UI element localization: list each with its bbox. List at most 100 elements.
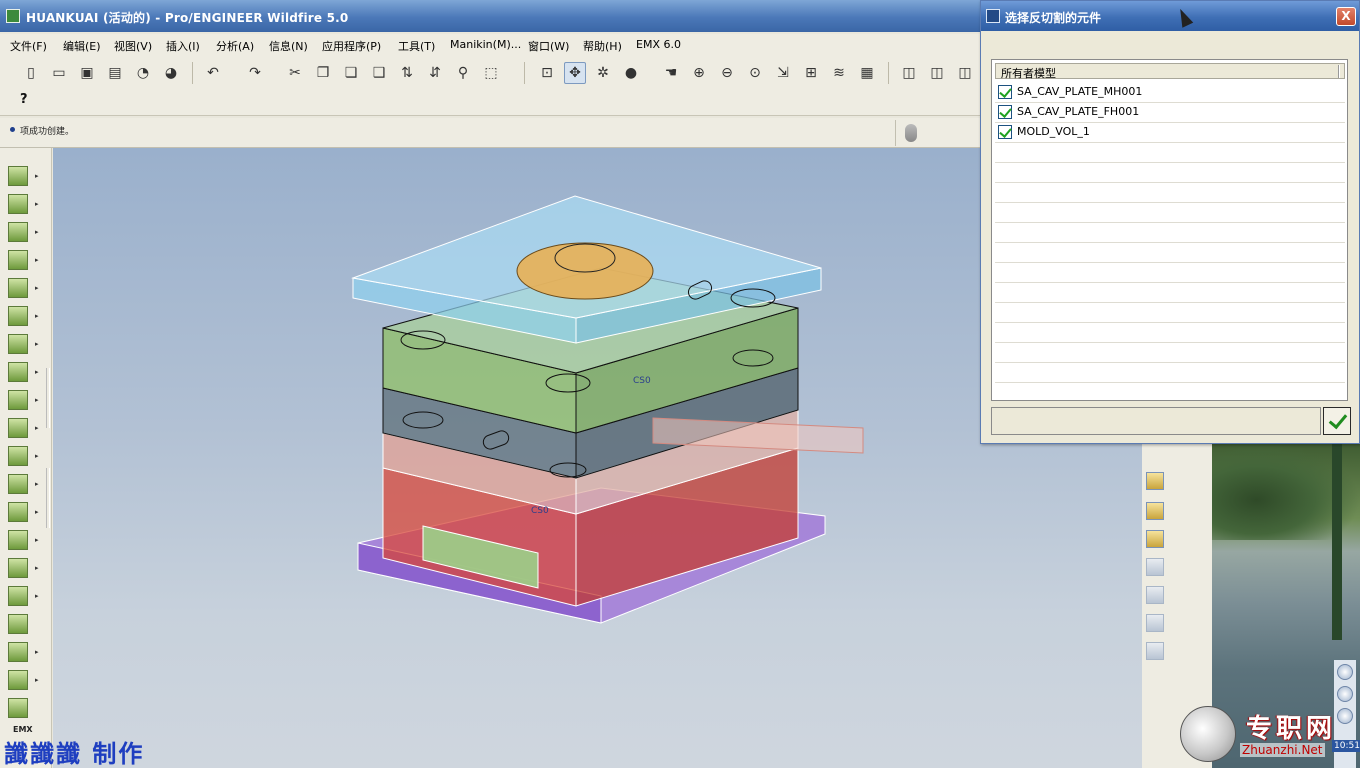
dock-button-icon[interactable]: [1337, 664, 1353, 680]
model-row[interactable]: MOLD_VOL_1: [995, 122, 1345, 142]
layers-icon[interactable]: ≋: [828, 62, 850, 84]
mold-tool-14-icon[interactable]: ▸: [8, 530, 39, 552]
find-icon[interactable]: ⚲: [452, 62, 474, 84]
menu-file[interactable]: 文件(F): [10, 38, 47, 54]
mail-icon[interactable]: ◕: [160, 62, 182, 84]
model-checkbox[interactable]: [998, 125, 1012, 139]
column-header-owner-model[interactable]: 所有者模型: [995, 63, 1345, 80]
select-box-icon[interactable]: ⬚: [480, 62, 502, 84]
spin-center-icon[interactable]: ✥: [564, 62, 586, 84]
model-checkbox[interactable]: [998, 85, 1012, 99]
mold-feature-1-icon[interactable]: [1146, 472, 1166, 492]
send-icon[interactable]: ◔: [132, 62, 154, 84]
orient-icon[interactable]: ✲: [592, 62, 614, 84]
dock-button-icon[interactable]: [1337, 708, 1353, 724]
mold-tool-18-icon[interactable]: ▸: [8, 642, 39, 664]
menu-manikin[interactable]: Manikin(M)...: [450, 38, 521, 51]
menu-emx[interactable]: EMX 6.0: [636, 38, 681, 51]
menu-edit[interactable]: 编辑(E): [63, 38, 101, 54]
mold-tool-4-icon[interactable]: ▸: [8, 250, 39, 272]
mold-feature-6-icon[interactable]: [1146, 614, 1166, 634]
mold-tool-7-icon[interactable]: ▸: [8, 334, 39, 356]
refit-icon[interactable]: ⊙: [744, 62, 766, 84]
print-icon[interactable]: ▤: [104, 62, 126, 84]
whats-this-icon[interactable]: ?: [20, 92, 42, 112]
mold-assembly-drawing: CS0 CS0: [351, 195, 864, 624]
mold-tool-1-icon[interactable]: ▸: [8, 166, 39, 188]
menu-applications[interactable]: 应用程序(P): [322, 38, 381, 54]
mold-tool-12-icon[interactable]: ▸: [8, 474, 39, 496]
model-row[interactable]: SA_CAV_PLATE_MH001: [995, 82, 1345, 102]
ok-button[interactable]: [1323, 407, 1351, 435]
model-checkbox[interactable]: [998, 105, 1012, 119]
regenerate-icon[interactable]: ⇅: [396, 62, 418, 84]
cut-icon[interactable]: ✂: [284, 62, 306, 84]
menu-tools[interactable]: 工具(T): [398, 38, 435, 54]
mold-tool-6-icon[interactable]: ▸: [8, 306, 39, 328]
mold-tool-19-icon[interactable]: ▸: [8, 670, 39, 692]
column-resize-handle[interactable]: [1338, 65, 1340, 78]
mold-tool-9-icon[interactable]: ▸: [8, 390, 39, 412]
taskbar-clock: 10:51: [1332, 740, 1360, 752]
zoom-out-icon[interactable]: ⊖: [716, 62, 738, 84]
mold-tool-13-icon[interactable]: ▸: [8, 502, 39, 524]
mold-tool-20-icon[interactable]: [8, 698, 30, 720]
redo-icon[interactable]: ↷: [244, 62, 266, 84]
paste-special-icon[interactable]: ❑: [368, 62, 390, 84]
insert-icon[interactable]: ⇲: [772, 62, 794, 84]
dock-button-icon[interactable]: [1337, 686, 1353, 702]
model-row[interactable]: SA_CAV_PLATE_FH001: [995, 102, 1345, 122]
undo-icon[interactable]: ↶: [202, 62, 224, 84]
annotation-icon[interactable]: ⊞: [800, 62, 822, 84]
mold-tool-10-icon[interactable]: ▸: [8, 418, 39, 440]
menu-view[interactable]: 视图(V): [114, 38, 152, 54]
open-icon[interactable]: ▭: [48, 62, 70, 84]
paste-icon[interactable]: ❏: [340, 62, 362, 84]
mold-tool-11-icon[interactable]: ▸: [8, 446, 39, 468]
copy-icon[interactable]: ❐: [312, 62, 334, 84]
view-back-icon[interactable]: ◫: [926, 62, 948, 84]
row-divider: [995, 342, 1345, 343]
mold-tool-2-icon[interactable]: ▸: [8, 194, 39, 216]
mold-feature-3-icon[interactable]: [1146, 530, 1166, 550]
menu-analysis[interactable]: 分析(A): [216, 38, 254, 54]
mold-tool-17-icon[interactable]: [8, 614, 30, 636]
row-divider: [995, 202, 1345, 203]
panel-sash[interactable]: [46, 468, 50, 528]
window-title-bar: HUANKUAI (活动的) - Pro/ENGINEER Wildfire 5…: [0, 0, 980, 32]
save-icon[interactable]: ▣: [76, 62, 98, 84]
dialog-title: 选择反切割的元件: [1005, 11, 1102, 25]
mold-feature-7-icon[interactable]: [1146, 642, 1166, 662]
new-icon[interactable]: ▯: [20, 62, 42, 84]
mold-tool-16-icon[interactable]: ▸: [8, 586, 39, 608]
menu-window[interactable]: 窗口(W): [528, 38, 569, 54]
thermometer-icon[interactable]: [905, 124, 917, 142]
regen-manager-icon[interactable]: ⇵: [424, 62, 446, 84]
graphics-viewport[interactable]: CS0 CS0: [53, 148, 1142, 768]
view-right-icon[interactable]: ◫: [954, 62, 976, 84]
menu-help[interactable]: 帮助(H): [583, 38, 622, 54]
author-watermark: 讖讖讖 制作: [4, 740, 145, 768]
view-manager-icon[interactable]: ▦: [856, 62, 878, 84]
row-divider: [995, 162, 1345, 163]
zoom-in-icon[interactable]: ⊕: [688, 62, 710, 84]
close-icon[interactable]: X: [1336, 7, 1356, 26]
mold-tool-5-icon[interactable]: ▸: [8, 278, 39, 300]
mold-feature-5-icon[interactable]: [1146, 586, 1166, 606]
mold-tool-8-icon[interactable]: ▸: [8, 362, 39, 384]
site-url-watermark: Zhuanzhi.Net: [1240, 743, 1325, 757]
pan-icon[interactable]: ☚: [660, 62, 682, 84]
view-front-icon[interactable]: ◫: [898, 62, 920, 84]
mold-feature-2-icon[interactable]: [1146, 502, 1166, 522]
mold-feature-4-icon[interactable]: [1146, 558, 1166, 578]
datum-display-icon[interactable]: ⊡: [536, 62, 558, 84]
shading-icon[interactable]: ●: [620, 62, 642, 84]
mold-tool-3-icon[interactable]: ▸: [8, 222, 39, 244]
mold-tool-15-icon[interactable]: ▸: [8, 558, 39, 580]
panel-sash[interactable]: [46, 368, 50, 428]
menu-info[interactable]: 信息(N): [269, 38, 308, 54]
csys-label: CS0: [531, 506, 549, 516]
menu-insert[interactable]: 插入(I): [166, 38, 200, 54]
row-divider: [995, 362, 1345, 363]
window-title: HUANKUAI (活动的) - Pro/ENGINEER Wildfire 5…: [26, 11, 349, 25]
